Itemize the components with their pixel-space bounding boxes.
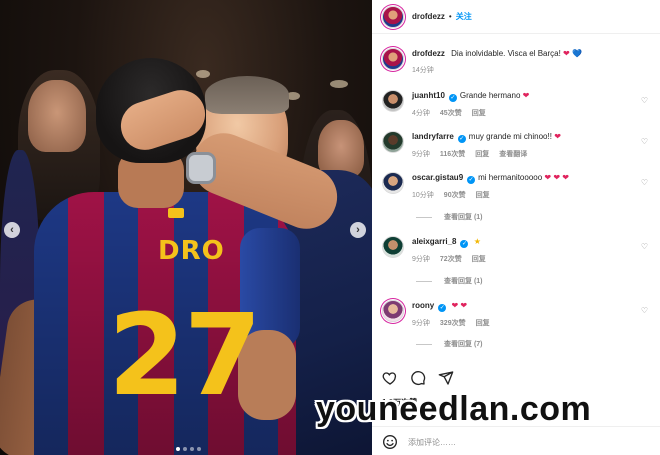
comment-item: landryfarre ✓ muy grande mi chinoo!! ❤ 9分钟… bbox=[382, 131, 652, 159]
carousel-next-button[interactable]: › bbox=[350, 222, 366, 238]
commenter-avatar[interactable] bbox=[382, 300, 404, 322]
reply-button[interactable]: 回复 bbox=[476, 190, 490, 200]
replies-divider bbox=[416, 343, 432, 345]
carousel-dot bbox=[176, 447, 180, 451]
watermark: youneedlan.com bbox=[316, 390, 592, 428]
verified-badge-icon: ✓ bbox=[467, 176, 476, 184]
comment-time: 10分钟 bbox=[412, 192, 434, 199]
comment-username[interactable]: roony bbox=[412, 301, 434, 310]
view-replies-button[interactable]: 查看回复 (1) bbox=[416, 276, 483, 286]
post-actions bbox=[382, 370, 454, 386]
view-replies-label[interactable]: 查看回复 (7) bbox=[444, 339, 483, 349]
comment-item: roony ✓ ❤ ❤ 9分钟 329次赞 回复 bbox=[382, 300, 652, 328]
post-side-panel: drofdezz • 关注 drofdezz Dia inolvidable. … bbox=[372, 0, 660, 455]
replies-divider bbox=[416, 216, 432, 218]
caption-time: 14分钟 bbox=[412, 67, 434, 74]
red-heart-icon: ❤ bbox=[554, 132, 561, 141]
post-header: drofdezz • 关注 bbox=[372, 0, 660, 34]
view-replies-label[interactable]: 查看回复 (1) bbox=[444, 212, 483, 222]
comment-item: aleixgarri_8 ✓ ★ 9分钟 72次赞 回复 bbox=[382, 236, 652, 264]
blue-heart-icon: 💙 bbox=[571, 49, 582, 58]
comment-like-heart-icon[interactable]: ♡ bbox=[641, 242, 648, 251]
comment-time: 9分钟 bbox=[412, 320, 430, 327]
red-heart-icon: ❤ bbox=[522, 91, 530, 100]
verified-badge-icon: ✓ bbox=[460, 240, 469, 248]
carousel-prev-button[interactable]: ‹ bbox=[4, 222, 20, 238]
reply-button[interactable]: 回复 bbox=[476, 318, 490, 328]
comment-username[interactable]: oscar.gistau9 bbox=[412, 173, 463, 182]
author-avatar[interactable] bbox=[382, 5, 404, 28]
carousel-dot bbox=[183, 447, 187, 451]
comment-input[interactable] bbox=[408, 437, 628, 447]
coach-hair bbox=[205, 76, 289, 114]
comment-text: Grande hermano bbox=[459, 91, 521, 100]
verified-badge-icon: ✓ bbox=[448, 94, 457, 102]
comment-likes[interactable]: 116次赞 bbox=[440, 149, 465, 159]
view-replies-label[interactable]: 查看回复 (1) bbox=[444, 276, 483, 286]
comment-username[interactable]: aleixgarri_8 bbox=[412, 237, 456, 246]
reply-button[interactable]: 回复 bbox=[472, 108, 486, 118]
comment-text: mi hermanitooooo bbox=[478, 173, 543, 182]
comment-time: 9分钟 bbox=[412, 151, 430, 158]
comment-likes[interactable]: 90次赞 bbox=[444, 190, 466, 200]
commenter-avatar[interactable] bbox=[382, 172, 404, 194]
smiley-icon[interactable] bbox=[382, 434, 398, 450]
comment-like-heart-icon[interactable]: ♡ bbox=[641, 96, 648, 105]
view-replies-button[interactable]: 查看回复 (1) bbox=[416, 212, 483, 222]
red-heart-icon: ❤ ❤ ❤ bbox=[544, 173, 569, 182]
reply-button[interactable]: 回复 bbox=[475, 149, 489, 159]
post-caption: drofdezz Dia inolvidable. Visca el Barça… bbox=[382, 48, 652, 75]
comment-like-heart-icon[interactable]: ♡ bbox=[641, 306, 648, 315]
view-replies-button[interactable]: 查看回复 (7) bbox=[416, 339, 483, 349]
comment-likes[interactable]: 72次赞 bbox=[440, 254, 462, 264]
jersey-number: 27 bbox=[108, 291, 262, 421]
comment-item: juanht10 ✓ Grande hermano ❤ 4分钟 45次赞 回复 bbox=[382, 90, 652, 118]
commenter-avatar[interactable] bbox=[382, 131, 404, 153]
red-heart-icon: ❤ bbox=[563, 49, 570, 58]
separator-dot: • bbox=[448, 12, 452, 21]
author-avatar[interactable] bbox=[382, 48, 404, 70]
comment-composer bbox=[382, 434, 650, 450]
comment-username[interactable]: juanht10 bbox=[412, 91, 445, 100]
jersey-name: DRO bbox=[158, 236, 225, 266]
commenter-avatar[interactable] bbox=[382, 236, 404, 258]
follow-button[interactable]: 关注 bbox=[456, 11, 472, 22]
translate-button[interactable]: 查看翻译 bbox=[499, 149, 527, 159]
post-photo[interactable]: DRO 27 ‹ › bbox=[0, 0, 372, 455]
comment-text: muy grande mi chinoo!! bbox=[468, 132, 552, 141]
verified-badge-icon: ✓ bbox=[457, 135, 466, 143]
comment-likes[interactable]: 329次赞 bbox=[440, 318, 466, 328]
reply-button[interactable]: 回复 bbox=[472, 254, 486, 264]
carousel-dot bbox=[197, 447, 201, 451]
club-crest-icon bbox=[168, 208, 184, 218]
replies-divider bbox=[416, 280, 432, 282]
ceiling-light bbox=[330, 80, 348, 88]
caption-text: Dia inolvidable. Visca el Barça! bbox=[451, 49, 561, 58]
smartwatch bbox=[186, 152, 216, 184]
comment-like-heart-icon[interactable]: ♡ bbox=[641, 137, 648, 146]
comment-icon[interactable] bbox=[410, 370, 426, 386]
author-username[interactable]: drofdezz bbox=[412, 12, 445, 21]
carousel-dots bbox=[176, 447, 201, 451]
ceiling-light bbox=[196, 70, 210, 78]
star-icon: ★ bbox=[473, 237, 481, 246]
comment-time: 4分钟 bbox=[412, 110, 430, 117]
comment-item: oscar.gistau9 ✓ mi hermanitooooo ❤ ❤ ❤ 10分… bbox=[382, 172, 652, 200]
comment-likes[interactable]: 45次赞 bbox=[440, 108, 462, 118]
comment-username[interactable]: landryfarre bbox=[412, 132, 454, 141]
red-heart-icon: ❤ ❤ bbox=[451, 301, 468, 310]
heart-icon[interactable] bbox=[382, 370, 398, 386]
background-face bbox=[28, 80, 86, 152]
caption-username[interactable]: drofdezz bbox=[412, 49, 445, 58]
carousel-dot bbox=[190, 447, 194, 451]
share-icon[interactable] bbox=[438, 370, 454, 386]
comment-time: 9分钟 bbox=[412, 256, 430, 263]
commenter-avatar[interactable] bbox=[382, 90, 404, 112]
verified-badge-icon: ✓ bbox=[438, 304, 447, 312]
comment-like-heart-icon[interactable]: ♡ bbox=[641, 178, 648, 187]
